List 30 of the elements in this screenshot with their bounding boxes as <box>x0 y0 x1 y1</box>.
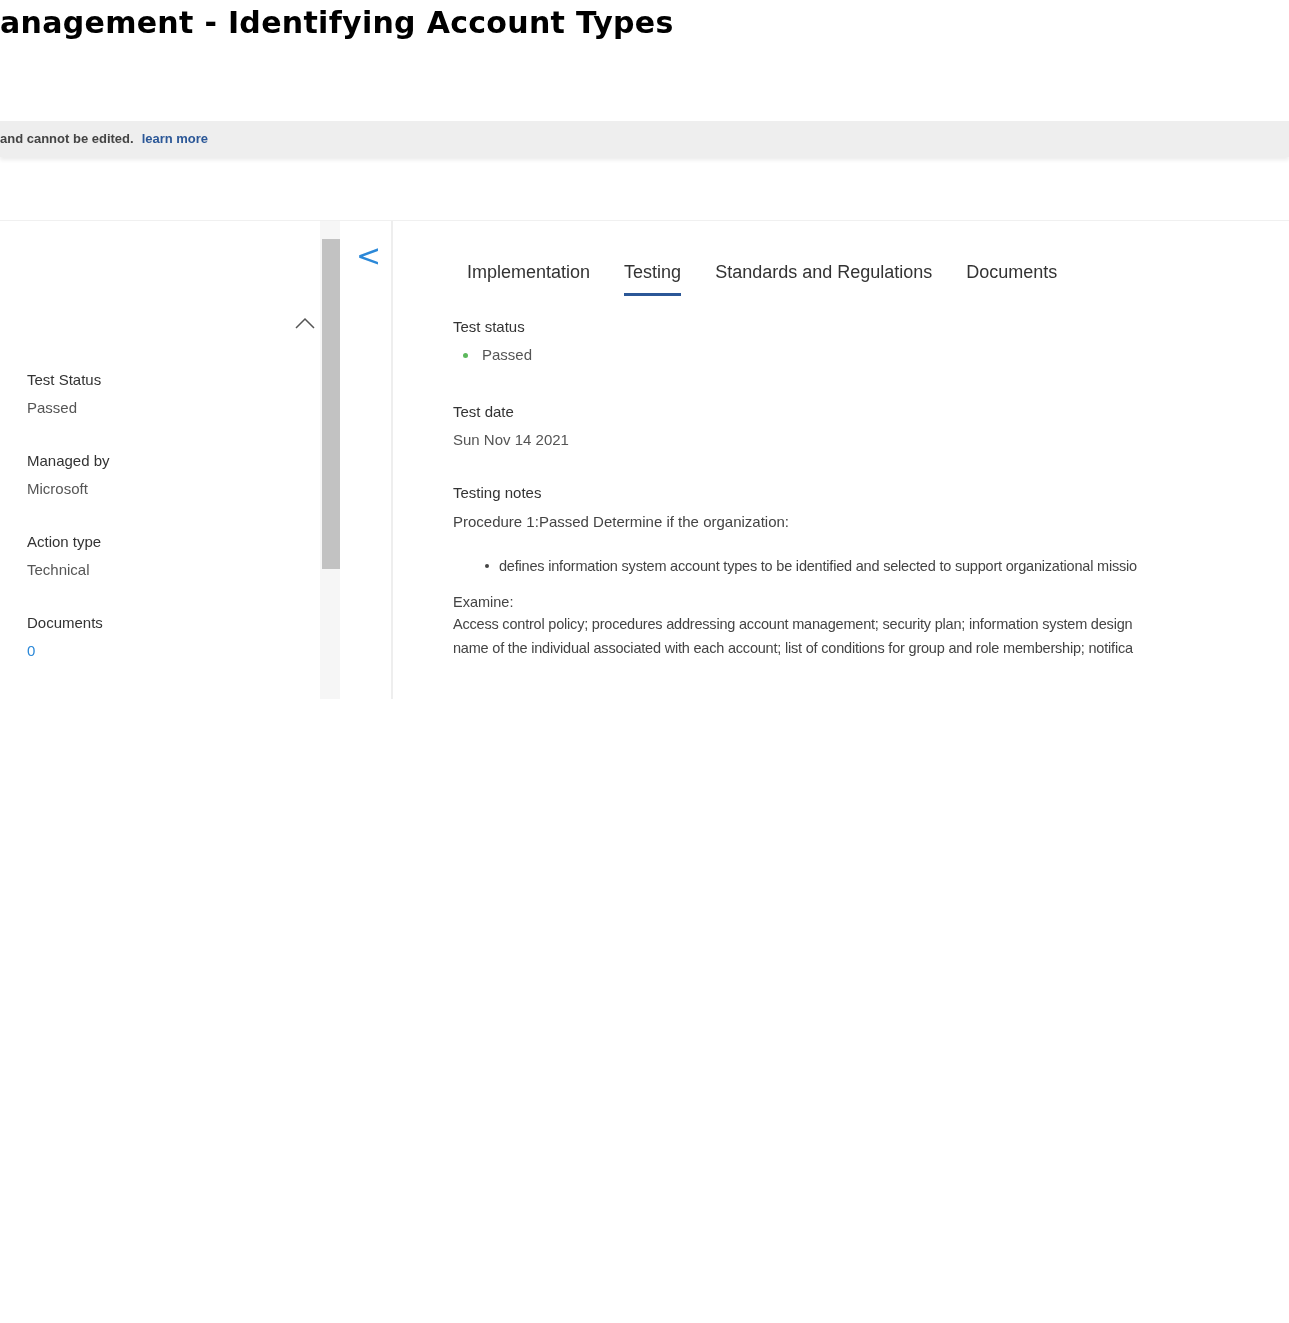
detail-value: Passed <box>27 398 79 418</box>
status-value: Passed <box>482 345 533 365</box>
detail-label: Managed by <box>27 451 111 471</box>
detail-value: Microsoft <box>27 479 89 499</box>
tab[interactable]: Implementation <box>467 259 591 296</box>
learn-more-link[interactable]: learn more <box>141 129 209 149</box>
detail-label: Action type <box>27 532 103 552</box>
tab[interactable]: Testing <box>624 259 682 296</box>
date-value: Sun Nov 14 2021 <box>453 430 570 450</box>
tab[interactable]: Standards and Regulations <box>715 259 933 296</box>
scrollbar-thumb[interactable] <box>322 239 340 569</box>
procedure-text: Procedure 1:Passed Determine if the organization: <box>453 512 791 532</box>
detail-value: Technical <box>27 560 91 580</box>
detail-label: Test Status <box>27 370 103 390</box>
scrollbar[interactable] <box>320 221 340 699</box>
bullet-text: defines information system account types to be identified and selected to support organizational missio <box>499 557 1137 576</box>
examine-text: name of the individual associated with each account; list of conditions for group and role membership; notifica <box>453 639 1134 658</box>
chevron-up-icon[interactable] <box>295 317 315 329</box>
detail-label: Documents <box>27 613 104 633</box>
bullet-icon <box>485 564 489 568</box>
field-label: Test date <box>453 402 515 422</box>
page-title: anagement - Identifying Account Types <box>0 4 675 42</box>
field-label: Testing notes <box>453 483 543 503</box>
examine-text: Access control policy; procedures addressing account management; security plan; information system design <box>453 615 1134 634</box>
field-label: Test status <box>453 317 526 337</box>
back-button[interactable]: < <box>356 241 382 271</box>
tab[interactable]: Documents <box>966 259 1058 296</box>
detail-link[interactable]: 0 <box>27 637 320 665</box>
banner-text: and cannot be edited. <box>0 130 134 149</box>
examine-label: Examine: <box>453 593 515 612</box>
